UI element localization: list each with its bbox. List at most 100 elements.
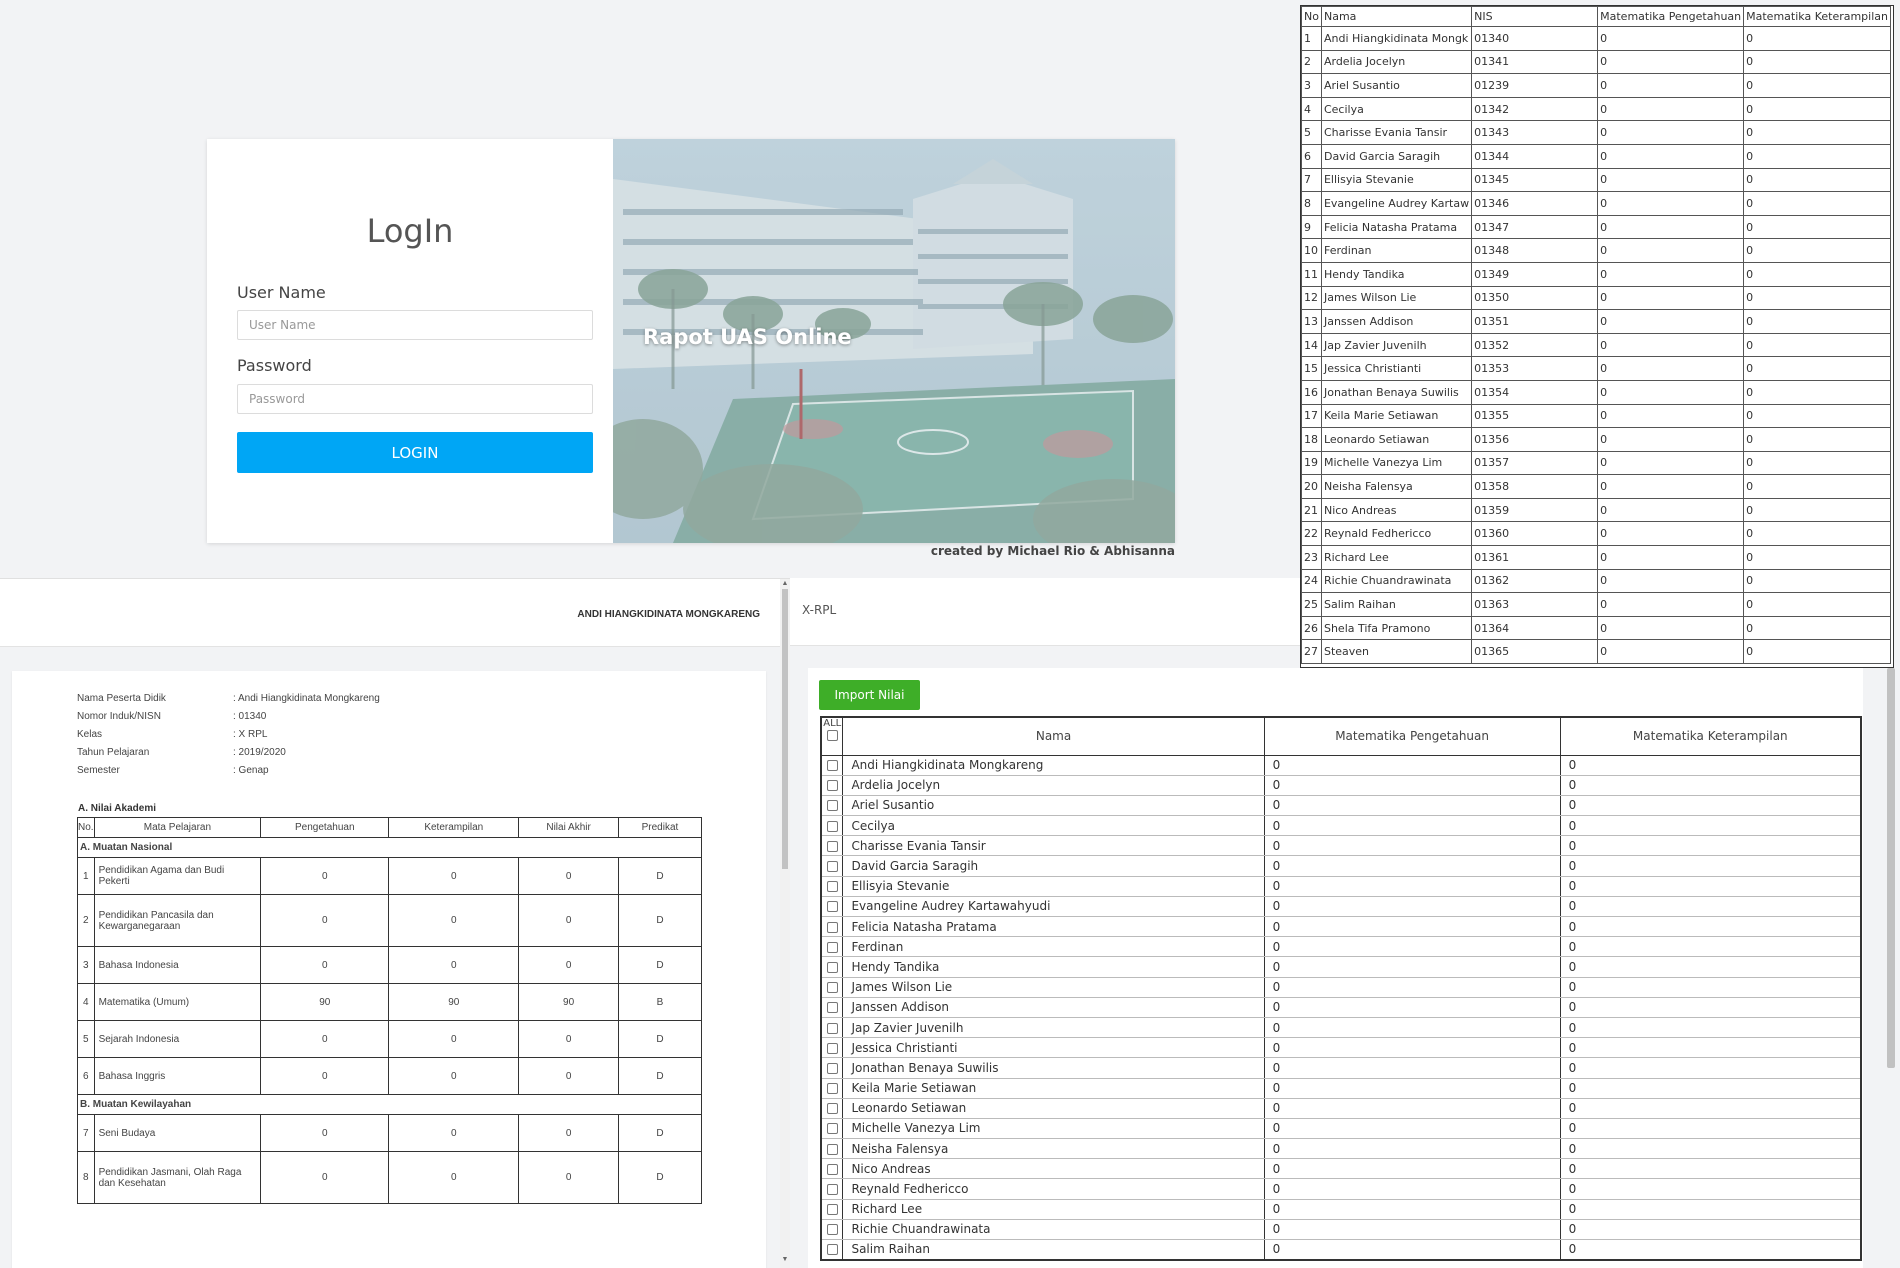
password-input[interactable]: [237, 384, 593, 414]
row-checkbox[interactable]: [826, 1184, 838, 1196]
row-checkbox[interactable]: [826, 1002, 838, 1014]
student-name: Michelle Vanezya Lim: [842, 1118, 1265, 1140]
table-row[interactable]: James Wilson Lie 0 0: [820, 977, 1861, 998]
info-row: Nomor Induk/NISN: 01340: [77, 711, 380, 729]
row-checkbox[interactable]: [826, 1103, 838, 1115]
table-row[interactable]: Richard Lee 0 0: [820, 1199, 1861, 1220]
mat-keterampilan-value: 0: [1743, 403, 1891, 429]
table-row[interactable]: Reynald Fedhericco 0 0: [820, 1178, 1861, 1200]
mat-pengetahuan-value: 0: [1597, 191, 1745, 216]
table-row[interactable]: Salim Raihan 0 0: [820, 1239, 1861, 1261]
mat-keterampilan-value: 0: [1743, 26, 1891, 51]
table-row[interactable]: Ariel Susantio 0 0: [820, 795, 1861, 817]
student-name: Felicia Natasha Pratama: [1320, 214, 1473, 240]
row-checkbox[interactable]: [826, 861, 838, 873]
row-checkbox[interactable]: [826, 820, 838, 832]
row-checkbox[interactable]: [826, 1244, 838, 1256]
table-row[interactable]: Michelle Vanezya Lim 0 0: [820, 1118, 1861, 1140]
row-checkbox[interactable]: [826, 1042, 838, 1054]
section-title: A. Nilai Akademi: [78, 803, 156, 814]
import-nilai-button[interactable]: Import Nilai: [819, 680, 920, 710]
student-name: Jonathan Benaya Suwilis: [1320, 379, 1473, 405]
nilai-akhir-value: 0: [518, 894, 619, 947]
row-checkbox[interactable]: [826, 961, 838, 973]
row-checkbox[interactable]: [826, 760, 838, 772]
col-pengetahuan: Pengetahuan: [260, 817, 390, 838]
subject-row: 8 Pendidikan Jasmani, Olah Raga dan Keseh…: [77, 1151, 703, 1204]
login-button[interactable]: LOGIN: [237, 432, 593, 473]
table-row[interactable]: Felicia Natasha Pratama 0 0: [820, 916, 1861, 938]
report-scrollbar[interactable]: ▲ ▼: [780, 579, 790, 1268]
row-number: 19: [1301, 450, 1322, 476]
username-input[interactable]: [237, 310, 593, 340]
class-label: X-RPL: [802, 603, 837, 617]
mat-pengetahuan-value: 0: [1263, 1239, 1561, 1261]
row-number: 2: [1301, 49, 1322, 75]
subject-name: Sejarah Indonesia: [93, 1020, 262, 1058]
table-row[interactable]: Keila Marie Setiawan 0 0: [820, 1078, 1861, 1099]
credit-text: created by Michael Rio & Abhisanna: [930, 544, 1175, 558]
predikat-value: D: [617, 946, 703, 984]
mat-keterampilan-value: 0: [1743, 521, 1891, 547]
row-checkbox-cell: [820, 1158, 843, 1180]
row-checkbox-cell: [820, 1118, 843, 1140]
row-checkbox[interactable]: [826, 901, 838, 913]
select-all-checkbox[interactable]: [826, 730, 838, 741]
student-name: Ardelia Jocelyn: [842, 775, 1265, 796]
student-nis: 01350: [1471, 285, 1599, 311]
row-checkbox[interactable]: [826, 1123, 838, 1135]
student-nis: 01345: [1471, 167, 1599, 193]
row-checkbox[interactable]: [826, 840, 838, 852]
table-row[interactable]: Neisha Falensya 0 0: [820, 1138, 1861, 1160]
row-checkbox[interactable]: [826, 1163, 838, 1175]
table-row[interactable]: David Garcia Saragih 0 0: [820, 855, 1861, 877]
import-scrollbar[interactable]: [1868, 668, 1900, 1268]
mat-pengetahuan-value: 0: [1263, 1037, 1561, 1059]
mat-pengetahuan-value: 0: [1597, 497, 1745, 523]
table-row[interactable]: Jessica Christianti 0 0: [820, 1037, 1861, 1059]
scroll-up-icon[interactable]: ▲: [780, 579, 790, 589]
row-number: 12: [1301, 285, 1322, 311]
table-row[interactable]: Jap Zavier Juvenilh 0 0: [820, 1017, 1861, 1039]
table-row[interactable]: Charisse Evania Tansir 0 0: [820, 835, 1861, 857]
student-name: Leonardo Setiawan: [1320, 427, 1473, 452]
scrollbar-thumb[interactable]: [1887, 668, 1895, 1068]
table-row[interactable]: Andi Hiangkidinata Mongkareng 0 0: [820, 755, 1861, 776]
info-row: Kelas: X RPL: [77, 729, 380, 747]
row-checkbox[interactable]: [826, 1022, 838, 1034]
row-checkbox[interactable]: [826, 1083, 838, 1095]
subject-name: Pendidikan Jasmani, Olah Raga dan Keseha…: [93, 1151, 262, 1204]
row-checkbox[interactable]: [826, 1204, 838, 1216]
row-checkbox[interactable]: [826, 881, 838, 893]
table-row[interactable]: Jonathan Benaya Suwilis 0 0: [820, 1057, 1861, 1079]
table-row[interactable]: Cecilya 0 0: [820, 815, 1861, 837]
mat-pengetahuan-value: 0: [1597, 545, 1745, 570]
table-row[interactable]: Leonardo Setiawan 0 0: [820, 1098, 1861, 1119]
table-row[interactable]: Ellisyia Stevanie 0 0: [820, 876, 1861, 897]
row-checkbox[interactable]: [826, 1062, 838, 1074]
mat-pengetahuan-value: 0: [1263, 1219, 1561, 1241]
row-checkbox-cell: [820, 936, 843, 958]
table-row[interactable]: Nico Andreas 0 0: [820, 1158, 1861, 1180]
row-checkbox[interactable]: [826, 800, 838, 812]
row-checkbox[interactable]: [826, 1143, 838, 1155]
row-checkbox[interactable]: [826, 921, 838, 933]
table-row[interactable]: Richie Chuandrawinata 0 0: [820, 1219, 1861, 1241]
table-row[interactable]: Janssen Addison 0 0: [820, 997, 1861, 1018]
table-row[interactable]: Ardelia Jocelyn 0 0: [820, 775, 1861, 796]
student-nis: 01347: [1471, 214, 1599, 240]
row-checkbox-cell: [820, 1178, 843, 1200]
table-row[interactable]: Ferdinan 0 0: [820, 936, 1861, 958]
scrollbar-thumb[interactable]: [782, 589, 788, 869]
scroll-down-icon[interactable]: ▼: [780, 1255, 790, 1265]
row-checkbox[interactable]: [826, 780, 838, 792]
mat-keterampilan-value: 0: [1559, 1078, 1861, 1099]
row-checkbox[interactable]: [826, 1224, 838, 1236]
student-name: Felicia Natasha Pratama: [842, 916, 1265, 938]
table-row[interactable]: Hendy Tandika 0 0: [820, 956, 1861, 978]
table-row[interactable]: Evangeline Audrey Kartawahyudi 0 0: [820, 896, 1861, 918]
keterampilan-value: 0: [388, 1020, 520, 1058]
row-checkbox[interactable]: [826, 982, 838, 994]
table-row: 11 Hendy Tandika 01349 0 0: [1301, 261, 1891, 287]
row-checkbox[interactable]: [826, 941, 838, 953]
